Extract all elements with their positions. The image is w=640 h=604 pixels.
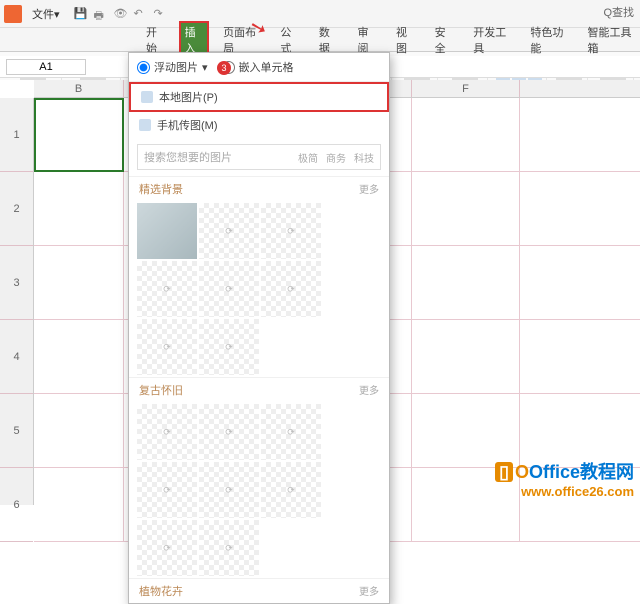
tab-dev[interactable]: 开发工具	[467, 21, 516, 59]
tab-security[interactable]: 安全	[429, 21, 460, 59]
tab-view[interactable]: 视图	[390, 21, 421, 59]
quick-access: 💾 🖶 👁 ↶ ↷	[74, 7, 168, 21]
thumbnail[interactable]: ⟳	[199, 520, 259, 576]
thumbnail[interactable]: ⟳	[137, 520, 197, 576]
row-header[interactable]: 3	[0, 246, 33, 320]
annotation-badge-3: 3	[217, 61, 231, 75]
more-link[interactable]: 更多	[359, 583, 379, 599]
float-option[interactable]: 浮动图片 ▾	[137, 59, 208, 75]
tab-special[interactable]: 特色功能	[524, 21, 573, 59]
thumbnail[interactable]: ⟳	[199, 261, 259, 317]
tab-smart[interactable]: 智能工具箱	[582, 21, 640, 59]
thumbnail[interactable]: ⟳	[261, 404, 321, 460]
preview-icon[interactable]: 👁	[114, 7, 128, 21]
thumbnail[interactable]: ⟳	[261, 261, 321, 317]
search-command[interactable]: Q查找	[603, 4, 634, 20]
selected-cell[interactable]	[34, 98, 124, 172]
tag-minimal[interactable]: 极简	[298, 150, 318, 165]
section-retro: 复古怀旧更多	[129, 377, 389, 402]
thumbnail[interactable]: ⟳	[199, 462, 259, 518]
thumbnail[interactable]: ⟳	[137, 319, 197, 375]
watermark: ▯OOffice教程网 www.office26.com	[495, 458, 634, 499]
phone-icon	[139, 119, 151, 131]
row-header[interactable]: 1	[0, 98, 33, 172]
section-plants: 植物花卉更多	[129, 578, 389, 603]
redo-icon[interactable]: ↷	[154, 7, 168, 21]
thumbnail[interactable]: ⟳	[137, 261, 197, 317]
tag-business[interactable]: 商务	[326, 150, 346, 165]
thumb-row: ⟳ ⟳ ⟳ ⟳ ⟳ ⟳ ⟳ ⟳	[129, 402, 389, 578]
thumbnail[interactable]	[137, 203, 197, 259]
row-header[interactable]: 5	[0, 394, 33, 468]
mobile-picture-item[interactable]: 手机传图(M)	[129, 112, 389, 138]
row-header[interactable]: 6	[0, 468, 33, 542]
menu-tabs: 开始 插入 页面布局 公式 数据 审阅 视图 安全 开发工具 特色功能 智能工具…	[0, 28, 640, 52]
image-icon	[141, 91, 153, 103]
more-link[interactable]: 更多	[359, 181, 379, 197]
float-radio[interactable]	[137, 61, 150, 74]
picture-search[interactable]: 搜索您想要的图片 极简 商务 科技	[137, 144, 381, 170]
file-menu[interactable]: 文件▾	[26, 4, 66, 24]
name-box[interactable]	[6, 59, 86, 75]
tag-tech[interactable]: 科技	[354, 150, 374, 165]
thumbnail[interactable]: ⟳	[199, 319, 259, 375]
local-picture-item[interactable]: 本地图片(P)	[129, 82, 389, 112]
watermark-logo-icon: ▯	[495, 462, 513, 482]
more-link[interactable]: 更多	[359, 382, 379, 398]
thumbnail[interactable]: ⟳	[137, 462, 197, 518]
undo-icon[interactable]: ↶	[134, 7, 148, 21]
row-headers: 1 2 3 4 5 6	[0, 98, 34, 505]
thumb-row: ⟳ ⟳ ⟳ ⟳ ⟳ ⟳ ⟳	[129, 201, 389, 377]
print-icon[interactable]: 🖶	[94, 7, 108, 21]
thumbnail[interactable]: ⟳	[261, 462, 321, 518]
app-logo	[4, 5, 22, 23]
row-header[interactable]: 2	[0, 172, 33, 246]
thumbnail[interactable]: ⟳	[199, 203, 259, 259]
thumbnail[interactable]: ⟳	[137, 404, 197, 460]
section-featured: 精选背景更多	[129, 176, 389, 201]
thumbnail[interactable]: ⟳	[261, 203, 321, 259]
embed-option[interactable]: 嵌入单元格	[222, 59, 294, 75]
picture-dropdown: 浮动图片 ▾ 嵌入单元格 3 本地图片(P) 手机传图(M) 搜索您想要的图片 …	[128, 52, 390, 604]
thumbnail[interactable]: ⟳	[199, 404, 259, 460]
col-header[interactable]: F	[412, 80, 520, 97]
search-placeholder: 搜索您想要的图片	[144, 149, 232, 165]
dropdown-mode-row: 浮动图片 ▾ 嵌入单元格 3	[129, 53, 389, 82]
col-header[interactable]: B	[34, 80, 124, 97]
save-icon[interactable]: 💾	[74, 7, 88, 21]
row-header[interactable]: 4	[0, 320, 33, 394]
